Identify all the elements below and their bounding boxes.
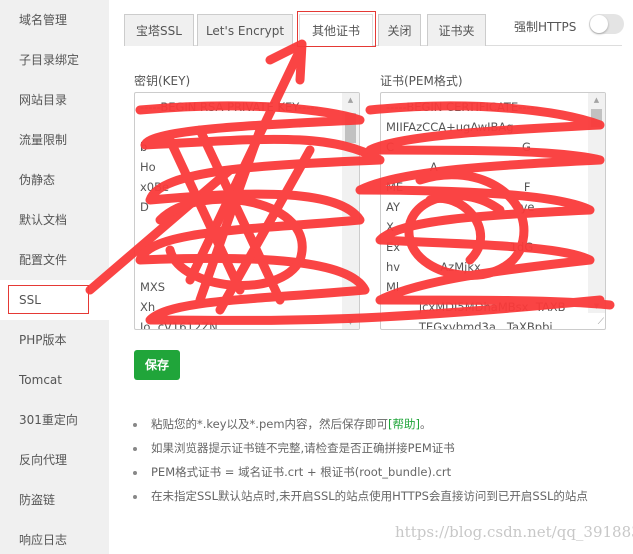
key-scroll-thumb[interactable] [345,113,356,143]
scroll-down-icon[interactable]: ▼ [342,315,359,329]
sidebar-nav: 域名管理 子目录绑定 网站目录 流量限制 伪静态 默认文档 配置文件 SSL P… [0,0,112,554]
tab-highlight-annotation [297,11,376,47]
tip-item: 如果浏览器提示证书链不完整,请检查是否正确拼接PEM证书 [130,436,630,460]
watermark: https://blog.csdn.net/qq_39188306 [395,523,633,541]
sidebar-item-default-doc[interactable]: 默认文档 [0,200,109,240]
save-button[interactable]: 保存 [134,350,180,380]
sidebar-item-php-version[interactable]: PHP版本 [0,320,109,360]
tip-text: PEM格式证书 = 域名证书.crt + 根证书(root_bundle).cr… [151,465,452,479]
sidebar-item-site-directory[interactable]: 网站目录 [0,80,109,120]
scroll-up-icon[interactable]: ▲ [342,93,359,107]
sidebar-item-domain[interactable]: 域名管理 [0,0,109,40]
sidebar-item-traffic-limit[interactable]: 流量限制 [0,120,109,160]
key-textarea[interactable]: -----BEGIN RSA PRIVATE KEY----- b Ho x0B… [134,92,360,330]
sidebar-item-subdirectory[interactable]: 子目录绑定 [0,40,109,80]
scroll-down-icon[interactable]: ▼ [588,299,605,313]
tip-text: 在未指定SSL默认站点时,未开启SSL的站点使用HTTPS会直接访问到已开启SS… [151,489,588,503]
resize-grip-icon[interactable]: ⟋ [592,316,604,328]
sidebar-item-hotlink-protection[interactable]: 防盗链 [0,480,109,520]
tips-list: 粘贴您的*.key以及*.pem内容，然后保存即可[帮助]。 如果浏览器提示证书… [130,412,630,508]
sidebar-item-reverse-proxy[interactable]: 反向代理 [0,440,109,480]
tab-close[interactable]: 关闭 [378,14,421,46]
help-link[interactable]: [帮助] [388,417,420,431]
cert-scroll-thumb[interactable] [591,109,602,127]
sidebar-item-rewrite[interactable]: 伪静态 [0,160,109,200]
cert-textarea[interactable]: -----BEGIN CERTIFICATE----- MIIFAzCCA+ug… [380,92,606,330]
cert-content: -----BEGIN CERTIFICATE----- MIIFAzCCA+ug… [386,100,566,330]
ssl-highlight-annotation [8,285,89,314]
force-https-toggle[interactable] [589,14,624,34]
tab-lets-encrypt[interactable]: Let's Encrypt [197,14,293,46]
sidebar-item-redirect-301[interactable]: 301重定向 [0,400,109,440]
cert-label: 证书(PEM格式) [380,74,463,88]
key-scrollbar[interactable]: ▲ ▼ [342,93,359,329]
key-label: 密钥(KEY) [134,74,191,88]
sidebar-item-config-file[interactable]: 配置文件 [0,240,109,280]
sidebar-item-tomcat[interactable]: Tomcat [0,360,109,400]
tip-item: 粘贴您的*.key以及*.pem内容，然后保存即可[帮助]。 [130,412,630,436]
cert-scrollbar[interactable]: ▲ ▼ [588,93,605,313]
tip-item: PEM格式证书 = 域名证书.crt + 根证书(root_bundle).cr… [130,460,630,484]
force-https-label: 强制HTTPS [514,20,577,34]
tip-suffix: 。 [420,417,432,431]
arrow-head-tab [265,39,307,85]
tab-bt-ssl[interactable]: 宝塔SSL [124,14,194,46]
toggle-knob [590,15,608,33]
key-content: -----BEGIN RSA PRIVATE KEY----- b Ho x0B… [140,100,319,330]
tip-item: 在未指定SSL默认站点时,未开启SSL的站点使用HTTPS会直接访问到已开启SS… [130,484,630,508]
tip-text: 如果浏览器提示证书链不完整,请检查是否正确拼接PEM证书 [151,441,455,455]
tip-text: 粘贴您的*.key以及*.pem内容，然后保存即可 [151,417,389,431]
tab-certificate-folder[interactable]: 证书夹 [427,14,486,46]
sidebar-item-response-log[interactable]: 响应日志 [0,520,109,554]
scroll-up-icon[interactable]: ▲ [588,93,605,107]
